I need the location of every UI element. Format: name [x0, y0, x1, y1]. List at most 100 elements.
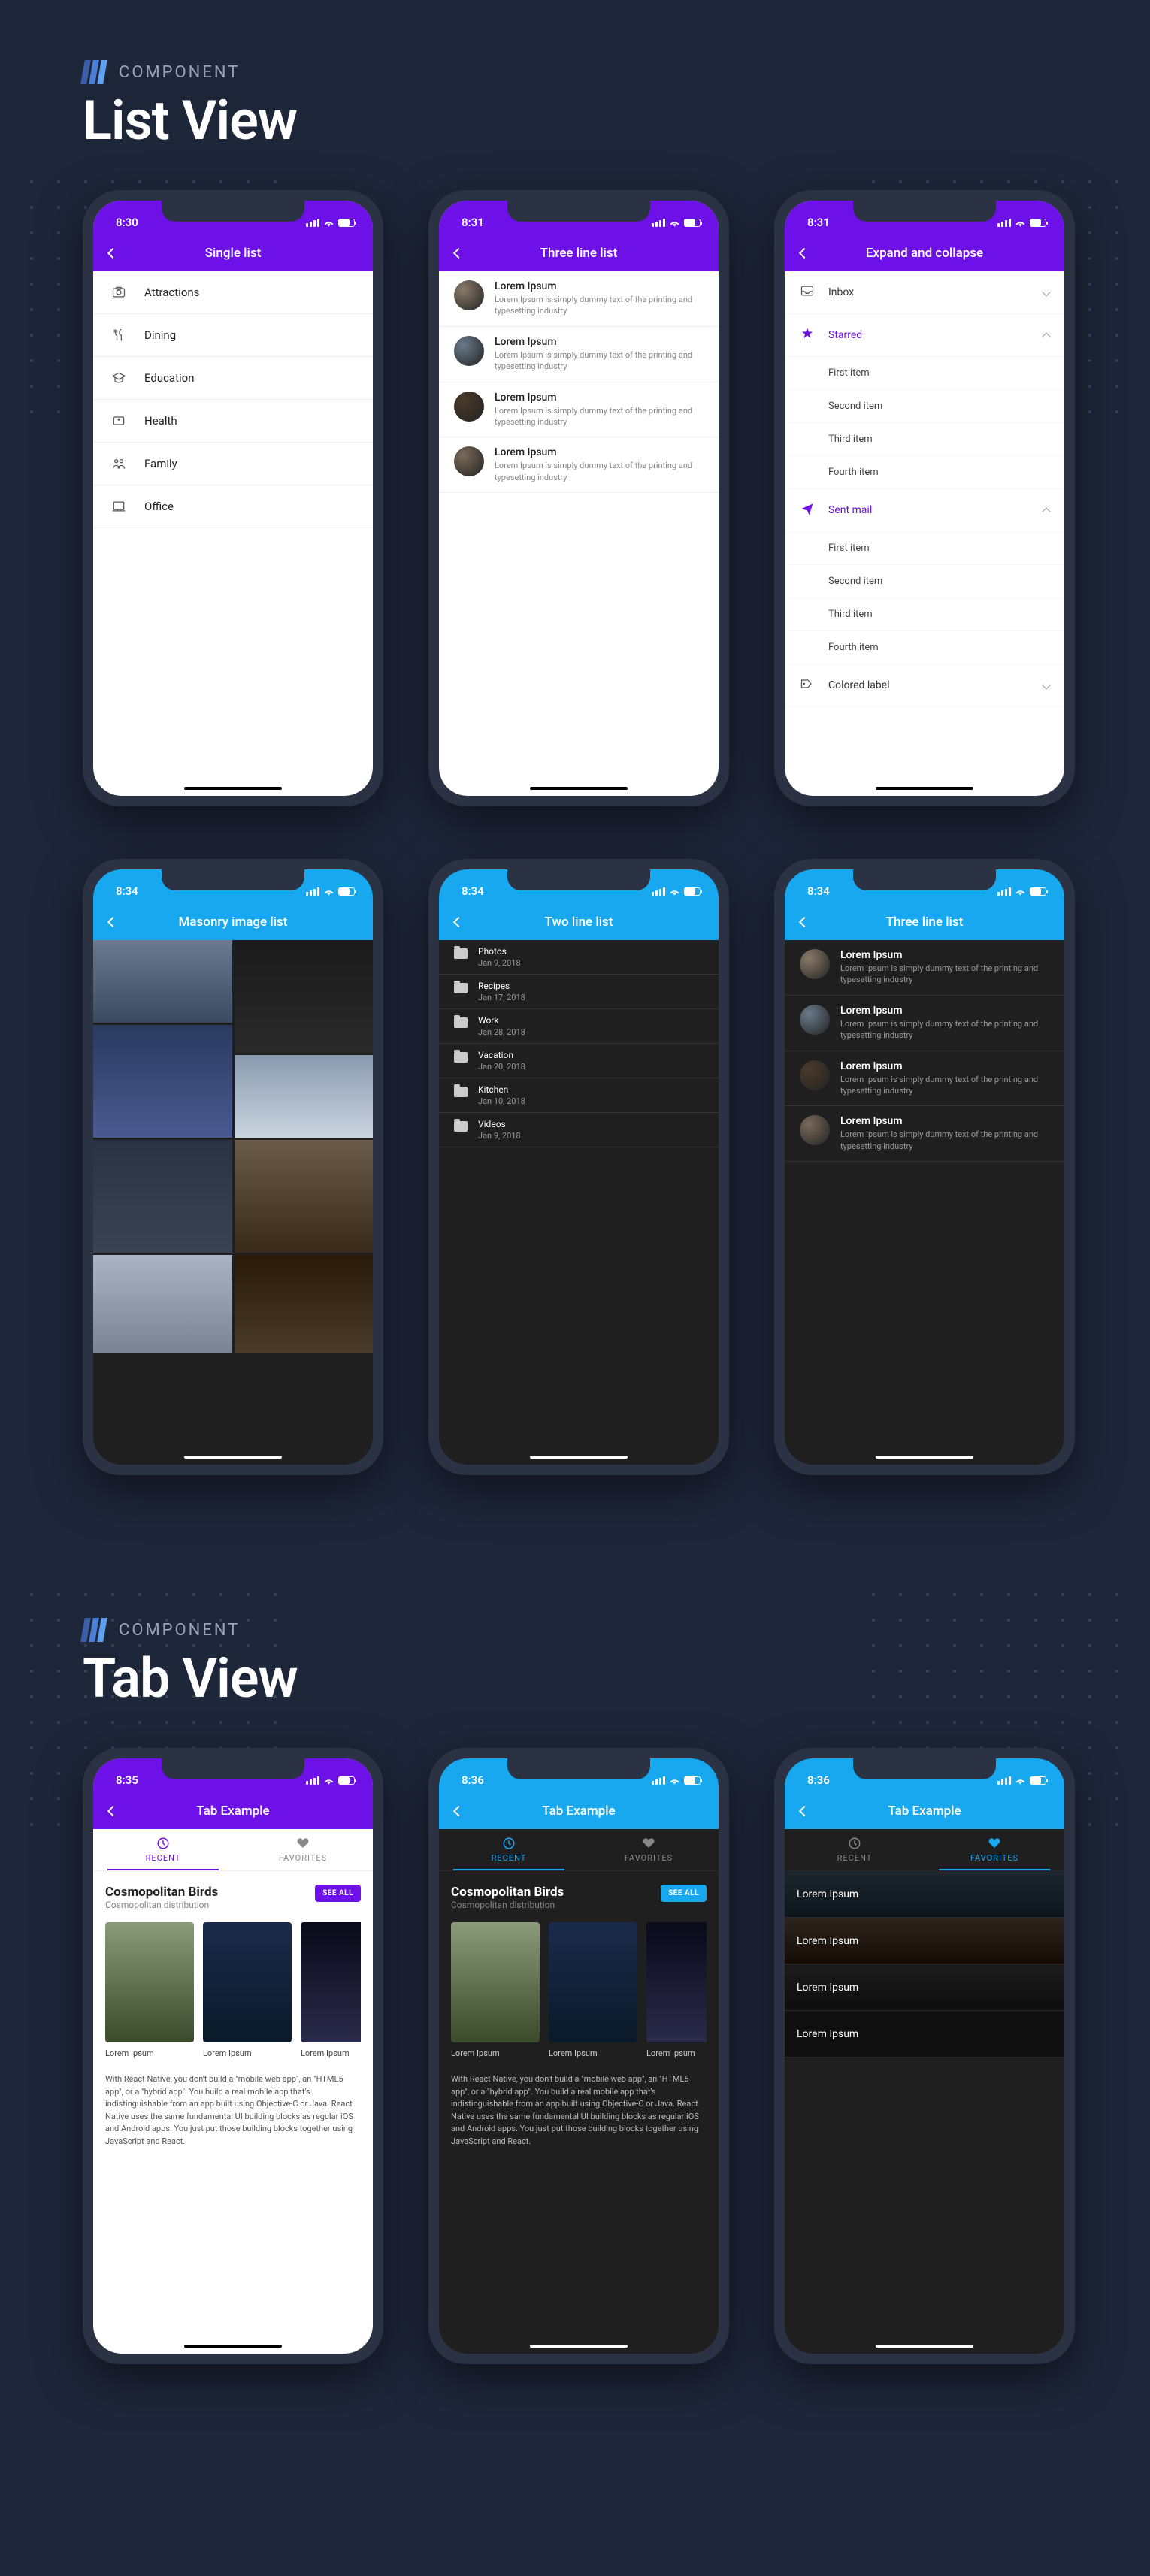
card-area: Cosmopolitan BirdsCosmopolitan distribut…: [93, 1871, 373, 2161]
list-item-desc: Lorem Ipsum is simply dummy text of the …: [495, 460, 704, 483]
expand-group-header[interactable]: Inbox: [785, 271, 1064, 314]
favorite-item[interactable]: Lorem Ipsum: [785, 2011, 1064, 2057]
list-item[interactable]: KitchenJan 10, 2018: [439, 1078, 719, 1113]
masonry-image[interactable]: [235, 1055, 374, 1138]
card-scroll[interactable]: Lorem IpsumLorem IpsumLorem Ipsum: [451, 1922, 707, 2058]
card-subtitle: Cosmopolitan distribution: [451, 1900, 564, 1910]
tab-label: RECENT: [492, 1853, 527, 1863]
home-indicator: [876, 787, 973, 790]
tab-favorites[interactable]: FAVORITES: [925, 1829, 1064, 1870]
card-item[interactable]: Lorem Ipsum: [451, 1922, 540, 2058]
list-item-desc: Lorem Ipsum is simply dummy text of the …: [840, 963, 1049, 986]
list-item-title: Photos: [478, 946, 521, 957]
expand-group-header[interactable]: Colored label: [785, 664, 1064, 707]
expand-group-header[interactable]: Starred: [785, 314, 1064, 357]
expand-sub-item[interactable]: Second item: [785, 390, 1064, 423]
back-button[interactable]: [795, 1802, 813, 1820]
list-item[interactable]: Dining: [93, 314, 373, 357]
status-time: 8:31: [462, 216, 484, 229]
list-item[interactable]: Lorem IpsumLorem Ipsum is simply dummy t…: [785, 940, 1064, 996]
card-image: [451, 1922, 540, 2042]
list-item[interactable]: Health: [93, 400, 373, 443]
back-button[interactable]: [449, 913, 468, 931]
list-item[interactable]: Lorem IpsumLorem Ipsum is simply dummy t…: [439, 382, 719, 438]
notch: [507, 869, 650, 890]
masonry-image[interactable]: [235, 1140, 374, 1253]
list-item[interactable]: Family: [93, 443, 373, 485]
list-item-date: Jan 20, 2018: [478, 1062, 525, 1072]
navbar: Single list: [93, 235, 373, 271]
expand-sub-item[interactable]: First item: [785, 357, 1064, 390]
expand-sub-item[interactable]: Fourth item: [785, 631, 1064, 664]
logo-icon: [83, 60, 105, 84]
phone-expand-collapse: 8:31 Expand and collapse InboxStarredFir…: [774, 190, 1075, 806]
list-item[interactable]: WorkJan 28, 2018: [439, 1009, 719, 1044]
tab-recent[interactable]: RECENT: [439, 1829, 579, 1870]
see-all-button[interactable]: SEE ALL: [661, 1885, 707, 1902]
list-item[interactable]: Attractions: [93, 271, 373, 314]
card-scroll[interactable]: Lorem IpsumLorem IpsumLorem Ipsum: [105, 1922, 361, 2058]
favorite-label: Lorem Ipsum: [797, 1935, 858, 1947]
list-item[interactable]: Lorem IpsumLorem Ipsum is simply dummy t…: [785, 1051, 1064, 1107]
card-item[interactable]: Lorem Ipsum: [203, 1922, 292, 2058]
expand-sub-item[interactable]: Third item: [785, 423, 1064, 456]
see-all-button[interactable]: SEE ALL: [315, 1885, 361, 1902]
back-button[interactable]: [449, 1802, 468, 1820]
list-item-title: Lorem Ipsum: [495, 336, 704, 348]
list-item-desc: Lorem Ipsum is simply dummy text of the …: [495, 294, 704, 317]
navbar-title: Three line list: [540, 246, 618, 261]
card-item[interactable]: Lorem Ipsum: [105, 1922, 194, 2058]
tab-bar: RECENT FAVORITES: [785, 1829, 1064, 1871]
tab-label: RECENT: [837, 1853, 873, 1863]
expand-sub-item[interactable]: Fourth item: [785, 456, 1064, 489]
back-button[interactable]: [104, 244, 122, 262]
favorite-item[interactable]: Lorem Ipsum: [785, 1918, 1064, 1964]
expand-group-header[interactable]: Sent mail: [785, 489, 1064, 532]
list-item[interactable]: RecipesJan 17, 2018: [439, 975, 719, 1009]
expand-sub-item[interactable]: First item: [785, 532, 1064, 565]
tab-recent[interactable]: RECENT: [785, 1829, 925, 1870]
list-item[interactable]: Lorem IpsumLorem Ipsum is simply dummy t…: [785, 1106, 1064, 1162]
list-item[interactable]: Lorem IpsumLorem Ipsum is simply dummy t…: [439, 271, 719, 327]
expand-sub-item[interactable]: Third item: [785, 598, 1064, 631]
tab-recent[interactable]: RECENT: [93, 1829, 233, 1870]
status-time: 8:36: [462, 1773, 484, 1787]
back-button[interactable]: [104, 913, 122, 931]
favorite-item[interactable]: Lorem Ipsum: [785, 1871, 1064, 1918]
card-item[interactable]: Lorem Ipsum: [549, 1922, 637, 2058]
section-label: COMPONENT: [119, 63, 240, 82]
back-button[interactable]: [449, 244, 468, 262]
masonry-image[interactable]: [235, 1255, 374, 1353]
list-item[interactable]: Lorem IpsumLorem Ipsum is simply dummy t…: [439, 327, 719, 382]
back-button[interactable]: [795, 913, 813, 931]
avatar: [454, 446, 484, 476]
expand-sub-item[interactable]: Second item: [785, 565, 1064, 598]
list-item[interactable]: VacationJan 20, 2018: [439, 1044, 719, 1078]
masonry-image[interactable]: [235, 940, 374, 1053]
back-button[interactable]: [104, 1802, 122, 1820]
masonry-content: [93, 940, 373, 1465]
description-paragraph: With React Native, you don't build a "mo…: [105, 2073, 361, 2148]
list-item[interactable]: Lorem IpsumLorem Ipsum is simply dummy t…: [785, 996, 1064, 1051]
favorite-item[interactable]: Lorem Ipsum: [785, 1964, 1064, 2011]
back-button[interactable]: [795, 244, 813, 262]
tab-bar: RECENT FAVORITES: [439, 1829, 719, 1871]
expand-group-label: Colored label: [828, 679, 890, 691]
card-item[interactable]: Lorem Ipsum: [646, 1922, 707, 2058]
navbar-title: Masonry image list: [179, 915, 288, 930]
masonry-image[interactable]: [93, 940, 232, 1023]
masonry-image[interactable]: [93, 1025, 232, 1138]
card-item[interactable]: Lorem Ipsum: [301, 1922, 361, 2058]
navbar: Three line list: [439, 235, 719, 271]
list-item[interactable]: VideosJan 9, 2018: [439, 1113, 719, 1147]
card-label: Lorem Ipsum: [301, 2048, 361, 2058]
list-item[interactable]: Office: [93, 485, 373, 528]
tab-favorites[interactable]: FAVORITES: [579, 1829, 719, 1870]
list-item[interactable]: Lorem IpsumLorem Ipsum is simply dummy t…: [439, 437, 719, 493]
masonry-image[interactable]: [93, 1255, 232, 1353]
list-item[interactable]: Education: [93, 357, 373, 400]
tab-favorites[interactable]: FAVORITES: [233, 1829, 373, 1870]
list-item[interactable]: PhotosJan 9, 2018: [439, 940, 719, 975]
notch: [853, 869, 996, 890]
masonry-image[interactable]: [93, 1140, 232, 1253]
